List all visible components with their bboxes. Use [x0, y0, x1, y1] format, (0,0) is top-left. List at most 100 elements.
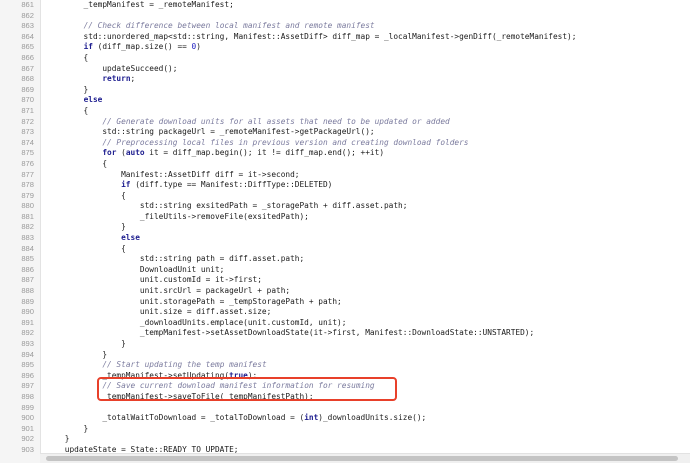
- code-line: 876 {: [0, 159, 690, 170]
- line-number: 896: [21, 370, 34, 380]
- code-text: _tempManifest->setAssetDownloadState(it-…: [46, 328, 535, 338]
- line-number: 880: [21, 201, 34, 211]
- code-text: DownloadUnit unit;: [46, 264, 225, 274]
- code-line: 865 if (diff_map.size() == 0): [0, 42, 690, 53]
- code-text: it = diff_map.begin(); it != diff_map.en…: [144, 148, 385, 158]
- code-text: if (diff_map.size() == 0): [46, 42, 201, 53]
- code-comment: // Generate download units for all asset…: [102, 116, 450, 126]
- line-number: 898: [21, 391, 34, 401]
- code-keyword: if: [121, 180, 131, 190]
- line-number: 871: [21, 105, 34, 115]
- code-text: _downloadUnits.emplace(unit.customId, un…: [46, 318, 347, 329]
- line-number: 881: [21, 211, 34, 221]
- code-line: 889 unit.storagePath = _tempStoragePath …: [0, 297, 690, 308]
- code-keyword: auto: [125, 148, 145, 158]
- code-line: 886 DownloadUnit unit;: [0, 265, 690, 276]
- code-text: }: [46, 350, 107, 361]
- code-line: 887 unit.customId = it->first;: [0, 275, 690, 286]
- code-line: 900 _totalWaitToDownload = _totalToDownl…: [0, 413, 690, 424]
- horizontal-scrollbar[interactable]: [40, 453, 690, 463]
- line-number: 902: [21, 434, 34, 444]
- code-text: // Check difference between local manife…: [46, 21, 375, 32]
- line-number: 885: [21, 254, 34, 264]
- code-line: 879 {: [0, 191, 690, 202]
- code-text: Manifest::AssetDiff diff = it->second;: [46, 169, 300, 179]
- code-line: 863 // Check difference between local ma…: [0, 21, 690, 32]
- code-line: 885 std::string path = diff.asset.path;: [0, 254, 690, 265]
- code-text: unit.size = diff.asset.size;: [46, 307, 271, 318]
- code-line: 892 _tempManifest->setAssetDownloadState…: [0, 328, 690, 339]
- code-text: std::string path = diff.asset.path;: [46, 254, 304, 265]
- code-text: std::string exsitedPath = _storagePath +…: [46, 201, 408, 211]
- code-text: {: [46, 159, 107, 170]
- code-text: }: [46, 84, 89, 94]
- code-keyword: else: [121, 233, 140, 243]
- code-line: 880 std::string exsitedPath = _storagePa…: [0, 201, 690, 212]
- code-text: (: [116, 148, 126, 158]
- code-text: (diff_map.size() ==: [92, 42, 192, 52]
- code-keyword: else: [83, 95, 103, 105]
- code-text: else: [46, 233, 140, 244]
- line-number: 886: [21, 264, 34, 274]
- code-text: // Preprocessing local files in previous…: [46, 137, 469, 149]
- code-text: }: [46, 84, 89, 96]
- code-text: )_downloadUnits.size();: [318, 413, 427, 423]
- line-number: 883: [21, 233, 34, 243]
- code-line: 881 _fileUtils->removeFile(exsitedPath);: [0, 212, 690, 223]
- line-number: 889: [21, 296, 34, 306]
- code-text: {: [46, 53, 89, 64]
- code-line: 893 }: [0, 339, 690, 350]
- code-line: 874 // Preprocessing local files in prev…: [0, 138, 690, 149]
- code-text: std::string packageUrl = _remoteManifest…: [46, 127, 375, 137]
- code-line: 870 else: [0, 95, 690, 106]
- code-text: {: [46, 158, 108, 168]
- code-text: _tempManifest = _remoteManifest;: [46, 0, 234, 11]
- code-text: {: [46, 243, 126, 253]
- line-number: 890: [21, 307, 34, 317]
- code-line: 868 return;: [0, 74, 690, 85]
- line-number: 893: [21, 339, 34, 348]
- code-keyword: for: [102, 148, 117, 158]
- code-text: _totalWaitToDownload = _totalToDownload …: [46, 413, 426, 424]
- code-text: }: [46, 434, 70, 445]
- code-text: unit.srcUrl = packageUrl + path;: [46, 286, 290, 297]
- line-number: 868: [21, 74, 34, 84]
- code-line: 869 }: [0, 85, 690, 96]
- code-text: {: [46, 106, 89, 117]
- code-line: 862: [0, 11, 690, 22]
- line-number: 901: [21, 423, 34, 433]
- code-line: 867 updateSucceed();: [0, 64, 690, 75]
- code-text: else: [46, 95, 103, 106]
- scrollbar-thumb[interactable]: [46, 456, 678, 461]
- line-number: 892: [21, 328, 34, 338]
- code-text: for (auto it = diff_map.begin(); it != d…: [46, 148, 384, 159]
- line-number: 875: [21, 148, 34, 158]
- line-number: 865: [21, 42, 34, 52]
- code-line: 894 }: [0, 350, 690, 361]
- code-text: }: [46, 222, 126, 233]
- code-text: unit.customId = it->first;: [46, 275, 262, 285]
- line-number: 897: [21, 381, 34, 391]
- code-comment: // Preprocessing local files in previous…: [102, 137, 469, 147]
- code-text: if (diff.type == Manifest::DiffType::DEL…: [46, 180, 332, 191]
- code-text: _fileUtils->removeFile(exsitedPath);: [46, 212, 309, 223]
- line-number: 867: [21, 63, 34, 73]
- code-line: 888 unit.srcUrl = packageUrl + path;: [0, 286, 690, 297]
- line-number: 900: [21, 413, 34, 423]
- code-text: unit.size = diff.asset.size;: [46, 307, 272, 317]
- code-text: }: [46, 424, 89, 435]
- code-line: 877 Manifest::AssetDiff diff = it->secon…: [0, 170, 690, 181]
- line-number: 894: [21, 349, 34, 359]
- code-line: 861 _tempManifest = _remoteManifest;: [0, 0, 690, 11]
- code-keyword: return: [102, 74, 131, 84]
- code-text: std::unordered_map<std::string, Manifest…: [46, 31, 577, 41]
